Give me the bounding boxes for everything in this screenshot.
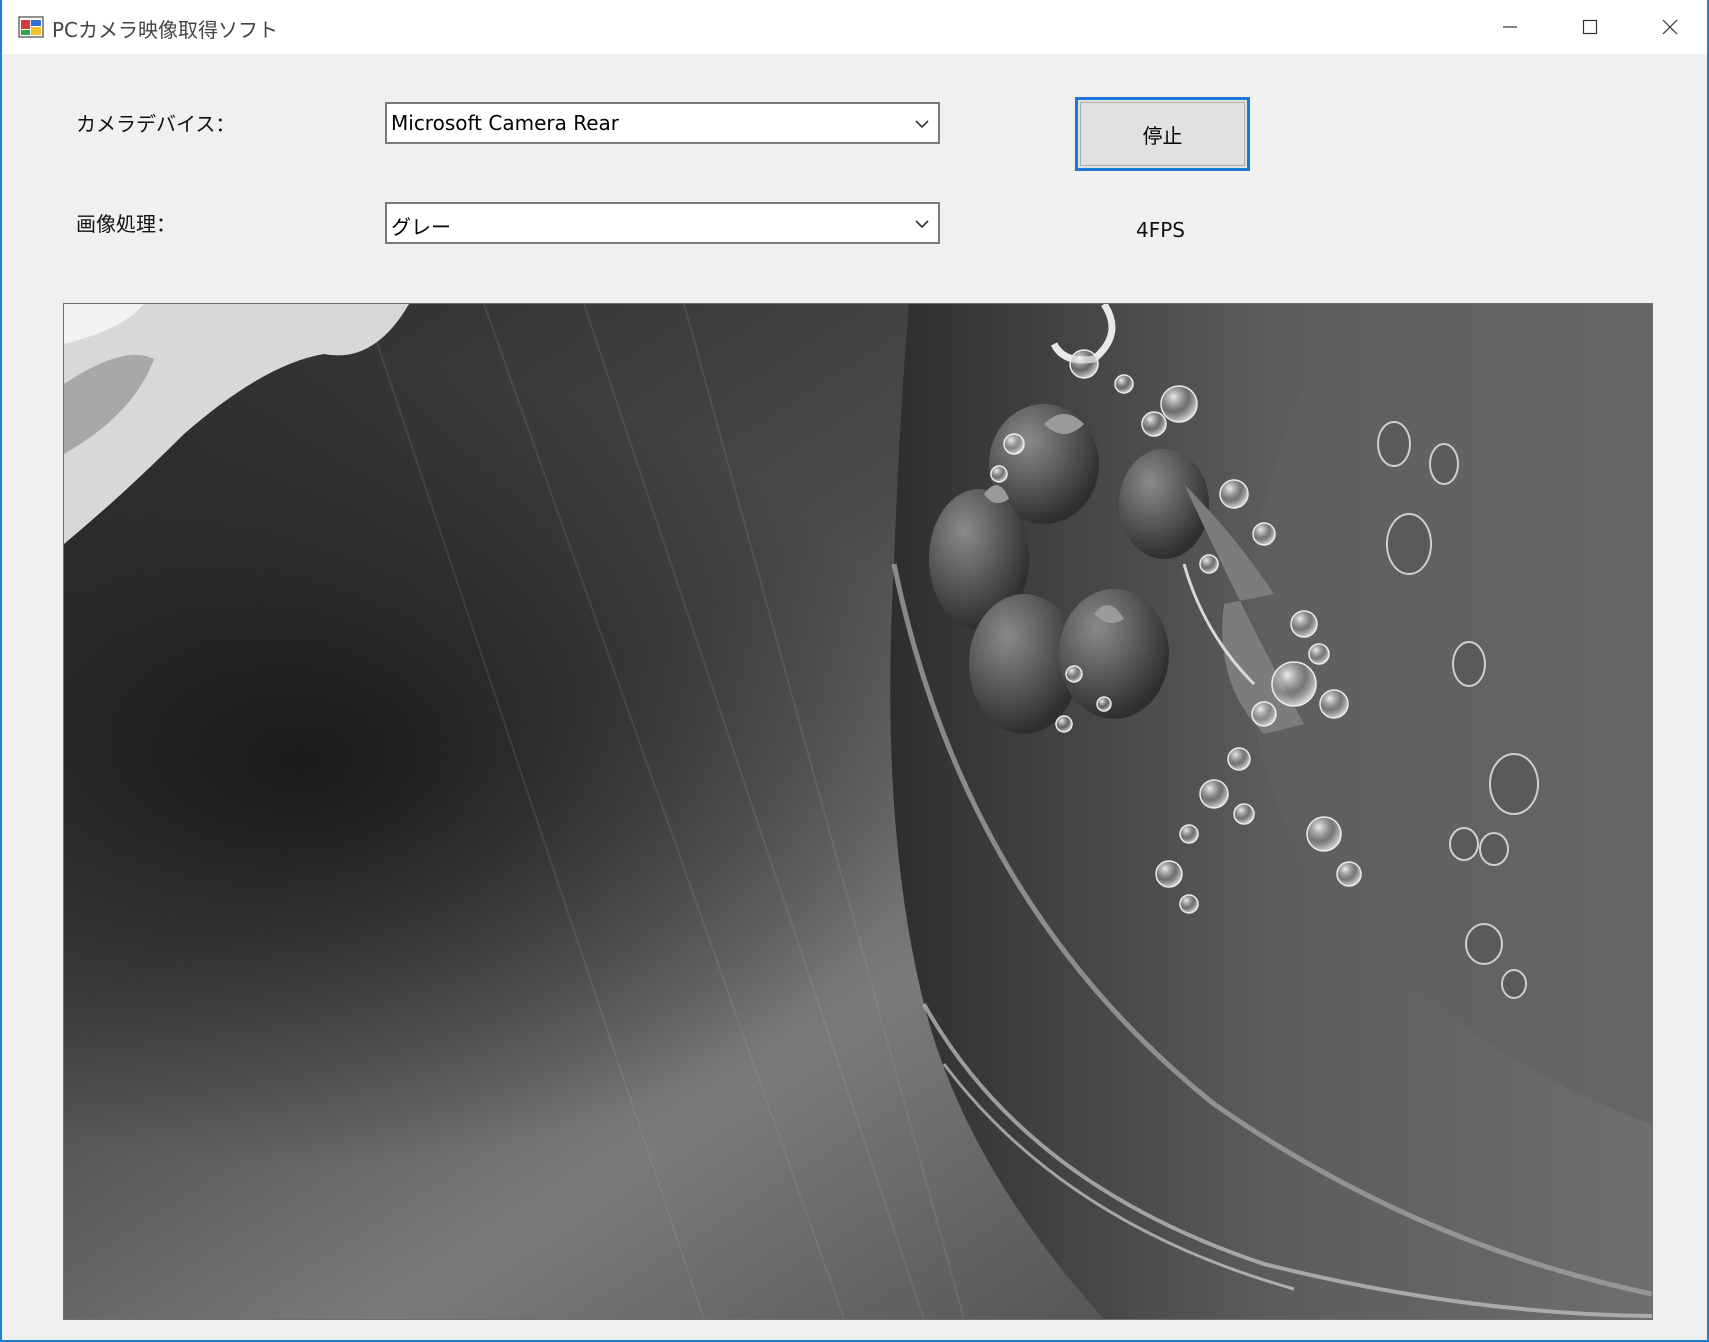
camera-device-select[interactable]: Microsoft Camera Rear: [385, 102, 940, 144]
title-bar[interactable]: PCカメラ映像取得ソフト: [2, 0, 1707, 54]
app-icon: [18, 16, 44, 38]
maximize-button[interactable]: [1550, 0, 1630, 54]
window-title: PCカメラ映像取得ソフト: [52, 18, 279, 42]
minimize-button[interactable]: [1470, 0, 1550, 54]
fps-counter: 4FPS: [1136, 218, 1185, 242]
image-processing-select[interactable]: グレー: [385, 202, 940, 244]
camera-frame-image: [64, 304, 1652, 1319]
camera-preview: [63, 303, 1653, 1320]
camera-device-label: カメラデバイス：: [76, 112, 236, 136]
camera-device-value: Microsoft Camera Rear: [391, 111, 619, 135]
stop-button[interactable]: 停止: [1075, 97, 1250, 171]
maximize-icon: [1582, 19, 1598, 35]
minimize-icon: [1503, 26, 1517, 28]
stop-button-label: 停止: [1142, 123, 1183, 148]
image-processing-label: 画像処理：: [76, 212, 176, 236]
app-window: PCカメラ映像取得ソフト カメラデバイス： Microsoft Camera R…: [0, 0, 1709, 1342]
close-icon: [1662, 19, 1678, 35]
chevron-down-icon: [915, 220, 929, 229]
chevron-down-icon: [915, 120, 929, 129]
close-button[interactable]: [1630, 0, 1709, 54]
image-processing-value: グレー: [391, 215, 451, 239]
